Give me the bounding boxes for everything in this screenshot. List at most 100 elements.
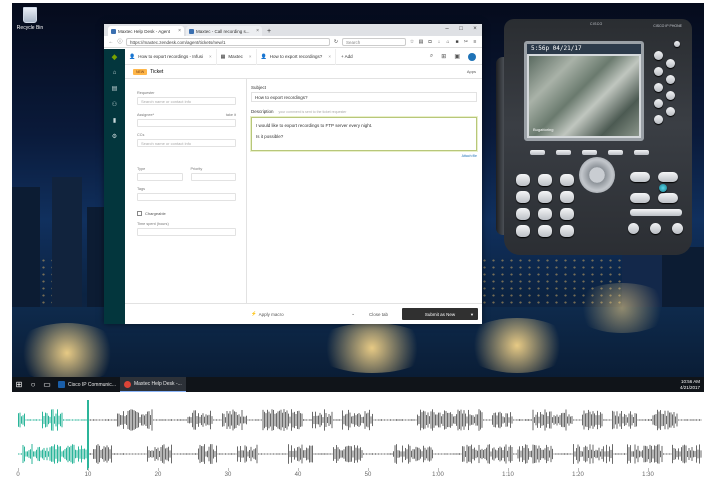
description-textarea[interactable]: I would like to export recordings to FTP…: [251, 117, 477, 151]
services-key[interactable]: [658, 193, 678, 203]
back-icon[interactable]: ←: [108, 39, 114, 45]
dial-key[interactable]: [516, 225, 530, 237]
dial-key[interactable]: [560, 208, 574, 220]
task-view-icon[interactable]: ▭: [40, 377, 54, 392]
close-icon[interactable]: ×: [328, 54, 331, 59]
org-tab[interactable]: ▦ Maxtec ×: [217, 48, 257, 65]
tags-input[interactable]: [137, 193, 236, 201]
reload-icon[interactable]: ↻: [333, 39, 339, 45]
dial-key[interactable]: [516, 208, 530, 220]
audio-timeline[interactable]: 0 10 20 30 40 50 1:00 1:10 1:20 1:30: [12, 396, 708, 494]
screenshot-icon[interactable]: ✂: [463, 39, 469, 45]
zendesk-logo-icon[interactable]: ◆: [112, 53, 117, 61]
taskbar-clock[interactable]: 10:56 AM 4/21/2017: [680, 379, 704, 391]
dial-key[interactable]: [560, 174, 574, 186]
settings-key[interactable]: [630, 193, 650, 203]
softkey[interactable]: [582, 150, 597, 155]
chevron-down-icon[interactable]: ▼: [470, 312, 474, 317]
ticket-tab[interactable]: 👤 How to export recordings - Infusi ×: [125, 48, 217, 65]
windows-start-icon[interactable]: ⊞: [12, 377, 26, 392]
reporting-icon[interactable]: ▮: [113, 117, 116, 124]
submit-button[interactable]: Submit as New ▼: [402, 308, 478, 320]
pocket-icon[interactable]: ◘: [427, 39, 433, 45]
taskbar-app-cisco[interactable]: Cisco IP Communic...: [54, 377, 120, 392]
close-icon[interactable]: ×: [249, 54, 252, 59]
help-icon[interactable]: [659, 184, 667, 192]
add-tab-button[interactable]: + Add: [336, 54, 358, 59]
browser-tab[interactable]: Maxtec Help Desk - Agent ×: [108, 26, 184, 36]
home-icon[interactable]: ⌂: [113, 70, 117, 76]
line-key[interactable]: [654, 115, 663, 124]
priority-select[interactable]: [190, 173, 236, 181]
product-tray-icon[interactable]: ▣: [454, 53, 460, 60]
dial-key[interactable]: [538, 208, 552, 220]
views-icon[interactable]: ▤: [112, 85, 118, 92]
star-icon[interactable]: ☆: [409, 39, 415, 45]
dial-key[interactable]: [538, 191, 552, 203]
dial-key[interactable]: [516, 174, 530, 186]
new-ticket-tab[interactable]: 👤 How to export recordings? ×: [257, 48, 336, 65]
browser-tab[interactable]: Maxtec - Call recording s... ×: [186, 26, 262, 36]
customers-icon[interactable]: ⚇: [112, 101, 117, 108]
navigation-ring[interactable]: [579, 157, 615, 193]
subject-input[interactable]: How to export recordings?: [251, 92, 477, 102]
softkey[interactable]: [556, 150, 571, 155]
time-spent-input[interactable]: [137, 228, 236, 236]
dial-key[interactable]: [560, 191, 574, 203]
menu-icon[interactable]: ≡: [472, 39, 478, 45]
cortana-icon[interactable]: ○: [26, 377, 40, 392]
new-tab-button[interactable]: +: [267, 28, 271, 35]
library-icon[interactable]: ▤: [418, 39, 424, 45]
line-key[interactable]: [666, 75, 675, 84]
attach-file-link[interactable]: Attach file: [251, 154, 477, 158]
browser-search-input[interactable]: Search: [342, 37, 406, 46]
dial-key[interactable]: [538, 174, 552, 186]
apply-macro-select[interactable]: ⚡ Apply macro ⌄: [251, 311, 355, 317]
recycle-bin[interactable]: Recycle Bin: [16, 7, 44, 31]
close-window-icon[interactable]: ×: [468, 24, 482, 34]
info-icon[interactable]: ⓘ: [117, 38, 123, 45]
line-key[interactable]: [654, 67, 663, 76]
search-icon[interactable]: ⌕: [430, 53, 433, 60]
apps-button[interactable]: Apps: [467, 69, 482, 74]
chargeable-checkbox[interactable]: Chargeable: [137, 211, 236, 216]
line-key[interactable]: [666, 59, 675, 68]
take-it-link[interactable]: take it: [226, 113, 236, 117]
softkey[interactable]: [608, 150, 623, 155]
line-key[interactable]: [666, 107, 675, 116]
close-icon[interactable]: ×: [209, 54, 212, 59]
apps-grid-icon[interactable]: ⊞: [441, 53, 446, 60]
requester-input[interactable]: Search name or contact info: [137, 97, 236, 105]
volume-key[interactable]: [630, 209, 682, 216]
type-select[interactable]: [137, 173, 183, 181]
line-key[interactable]: [666, 91, 675, 100]
close-tab-select[interactable]: Close tab: [369, 312, 388, 317]
download-icon[interactable]: ↓: [436, 39, 442, 45]
minimize-icon[interactable]: –: [440, 24, 454, 34]
dial-key[interactable]: [560, 225, 574, 237]
line-key[interactable]: [674, 41, 680, 47]
admin-gear-icon[interactable]: ⚙: [112, 133, 117, 140]
line-key[interactable]: [654, 51, 663, 60]
line-key[interactable]: [654, 99, 663, 108]
audio-waveform[interactable]: [12, 396, 708, 474]
messages-key[interactable]: [630, 172, 650, 182]
avatar[interactable]: [468, 52, 476, 61]
headset-key[interactable]: [628, 223, 639, 234]
home-icon[interactable]: ⌂: [445, 39, 451, 45]
taskbar-app-browser[interactable]: Maxtec Help Desk -...: [119, 377, 186, 392]
maximize-icon[interactable]: □: [454, 24, 468, 34]
speaker-key[interactable]: [650, 223, 661, 234]
dial-key[interactable]: [538, 225, 552, 237]
assignee-select[interactable]: [137, 119, 236, 127]
dial-key[interactable]: [516, 191, 530, 203]
close-icon[interactable]: ×: [256, 28, 259, 34]
close-icon[interactable]: ×: [178, 28, 181, 34]
ccs-input[interactable]: Search name or contact info: [137, 139, 236, 147]
mute-key[interactable]: [672, 223, 683, 234]
softkey[interactable]: [530, 150, 545, 155]
extension-icon[interactable]: ■: [454, 39, 460, 45]
softkey[interactable]: [634, 150, 649, 155]
url-bar[interactable]: https://maxtec.zendesk.com/agent/tickets…: [126, 37, 330, 46]
playhead[interactable]: [87, 400, 89, 470]
